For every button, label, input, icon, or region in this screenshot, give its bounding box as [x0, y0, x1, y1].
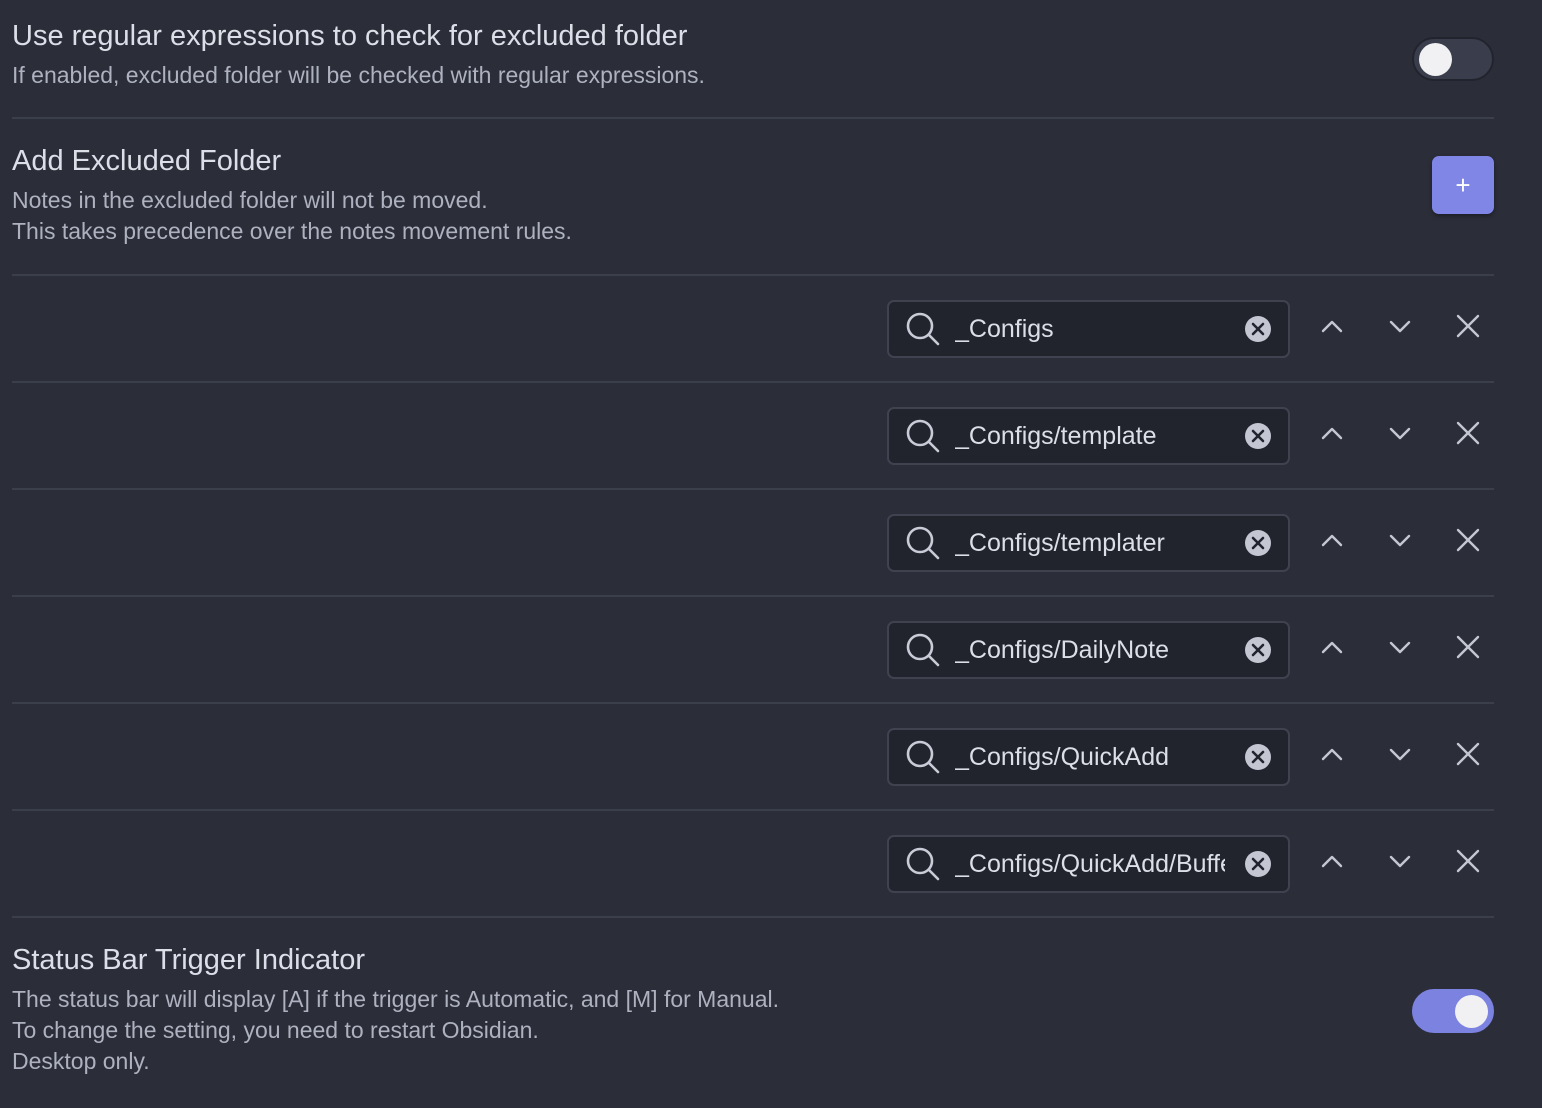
- folder-search-box: [887, 514, 1290, 572]
- search-icon: [905, 632, 941, 668]
- excluded-folder-row: [12, 597, 1494, 704]
- clear-icon[interactable]: [1244, 636, 1272, 664]
- folder-path-input[interactable]: [955, 849, 1225, 879]
- delete-folder-button[interactable]: [1446, 520, 1490, 564]
- setting-name: Use regular expressions to check for exc…: [12, 20, 688, 52]
- setting-info: Add Excluded Folder Notes in the exclude…: [12, 143, 1432, 247]
- close-icon: [1454, 847, 1482, 880]
- setting-name: Status Bar Trigger Indicator: [12, 944, 365, 976]
- clear-icon[interactable]: [1244, 422, 1272, 450]
- setting-description: Notes in the excluded folder will not be…: [12, 185, 1432, 247]
- close-icon: [1454, 526, 1482, 559]
- setting-status-bar: Status Bar Trigger Indicator The status …: [12, 918, 1494, 1108]
- move-down-button[interactable]: [1378, 520, 1422, 564]
- description-line: The status bar will display [A] if the t…: [12, 986, 779, 1012]
- move-down-button[interactable]: [1378, 306, 1422, 350]
- folder-path-input[interactable]: [955, 742, 1225, 772]
- move-down-button[interactable]: [1378, 841, 1422, 885]
- setting-description: If enabled, excluded folder will be chec…: [12, 62, 705, 88]
- toggle-knob: [1455, 995, 1488, 1028]
- folder-search-box: [887, 621, 1290, 679]
- description-line: Notes in the excluded folder will not be…: [12, 186, 488, 213]
- setting-description: The status bar will display [A] if the t…: [12, 984, 1412, 1077]
- clear-icon[interactable]: [1244, 743, 1272, 771]
- close-icon: [1454, 312, 1482, 345]
- search-icon: [905, 311, 941, 347]
- folder-path-input[interactable]: [955, 635, 1225, 665]
- folder-search-box: [887, 300, 1290, 358]
- folder-search-box: [887, 728, 1290, 786]
- folder-path-input[interactable]: [955, 314, 1225, 344]
- clear-icon[interactable]: [1244, 529, 1272, 557]
- delete-folder-button[interactable]: [1446, 413, 1490, 457]
- delete-folder-button[interactable]: [1446, 734, 1490, 778]
- description-line: To change the setting, you need to resta…: [12, 1017, 539, 1043]
- add-folder-button[interactable]: +: [1432, 155, 1494, 214]
- toggle-knob: [1419, 42, 1452, 76]
- chevron-up-icon: [1318, 740, 1346, 773]
- chevron-up-icon: [1318, 847, 1346, 880]
- move-up-button[interactable]: [1310, 841, 1354, 885]
- status-bar-toggle[interactable]: [1412, 989, 1494, 1033]
- setting-regex: Use regular expressions to check for exc…: [12, 0, 1494, 119]
- excluded-folder-row: [12, 276, 1494, 383]
- description-line: This takes precedence over the notes mov…: [12, 217, 572, 244]
- setting-add-excluded-folder: Add Excluded Folder Notes in the exclude…: [12, 119, 1494, 276]
- chevron-down-icon: [1386, 633, 1414, 666]
- search-icon: [905, 525, 941, 561]
- chevron-up-icon: [1318, 526, 1346, 559]
- close-icon: [1454, 633, 1482, 666]
- chevron-down-icon: [1386, 740, 1414, 773]
- move-up-button[interactable]: [1310, 734, 1354, 778]
- chevron-up-icon: [1318, 312, 1346, 345]
- move-up-button[interactable]: [1310, 413, 1354, 457]
- delete-folder-button[interactable]: [1446, 627, 1490, 671]
- folder-search-box: [887, 407, 1290, 465]
- folder-path-input[interactable]: [955, 528, 1225, 558]
- setting-info: Use regular expressions to check for exc…: [12, 18, 1412, 91]
- settings-panel: Use regular expressions to check for exc…: [12, 0, 1494, 1108]
- description-line: Desktop only.: [12, 1048, 150, 1074]
- excluded-folder-row: [12, 490, 1494, 597]
- search-icon: [905, 846, 941, 882]
- setting-name: Add Excluded Folder: [12, 144, 282, 177]
- excluded-folder-row: [12, 704, 1494, 811]
- excluded-folder-row: [12, 383, 1494, 490]
- move-up-button[interactable]: [1310, 627, 1354, 671]
- delete-folder-button[interactable]: [1446, 841, 1490, 885]
- delete-folder-button[interactable]: [1446, 306, 1490, 350]
- excluded-folder-list: [12, 276, 1494, 918]
- setting-info: Status Bar Trigger Indicator The status …: [12, 942, 1412, 1077]
- chevron-down-icon: [1386, 526, 1414, 559]
- search-icon: [905, 739, 941, 775]
- search-icon: [905, 418, 941, 454]
- move-down-button[interactable]: [1378, 734, 1422, 778]
- move-down-button[interactable]: [1378, 413, 1422, 457]
- chevron-down-icon: [1386, 419, 1414, 452]
- chevron-down-icon: [1386, 312, 1414, 345]
- close-icon: [1454, 419, 1482, 452]
- chevron-up-icon: [1318, 419, 1346, 452]
- excluded-folder-row: [12, 811, 1494, 918]
- folder-search-box: [887, 835, 1290, 893]
- folder-path-input[interactable]: [955, 421, 1225, 451]
- close-icon: [1454, 740, 1482, 773]
- move-down-button[interactable]: [1378, 627, 1422, 671]
- clear-icon[interactable]: [1244, 315, 1272, 343]
- move-up-button[interactable]: [1310, 306, 1354, 350]
- chevron-down-icon: [1386, 847, 1414, 880]
- chevron-up-icon: [1318, 633, 1346, 666]
- move-up-button[interactable]: [1310, 520, 1354, 564]
- regex-toggle[interactable]: [1412, 36, 1494, 81]
- clear-icon[interactable]: [1244, 850, 1272, 878]
